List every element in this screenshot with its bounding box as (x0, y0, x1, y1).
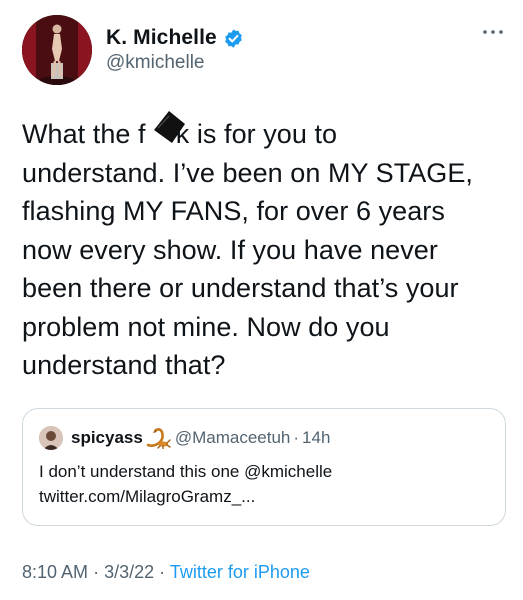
verified-badge-icon (223, 28, 244, 49)
quoted-display-name[interactable]: spicyass (71, 428, 143, 448)
quoted-author-avatar[interactable] (39, 426, 63, 450)
tweet-text: What the f k is for you to understand. I… (22, 115, 508, 385)
author-handle[interactable]: @kmichelle (106, 52, 204, 74)
quoted-text-line: I don’t understand this one @kmichelle (39, 462, 333, 481)
quoted-text-line: twitter.com/MilagroGramz_... (39, 487, 256, 506)
quoted-separator: · (293, 428, 300, 447)
author-avatar[interactable] (22, 15, 92, 85)
tweet-card: K. Michelle @kmichelle What the f k is f… (0, 0, 523, 600)
quoted-text: I don’t understand this one @kmichelle t… (39, 459, 489, 509)
tweet-text-line: What the f k is for you to (22, 119, 338, 149)
quoted-handle[interactable]: @Mamaceetuh (175, 428, 291, 448)
tweet-date[interactable]: 3/3/22 (104, 562, 154, 582)
quoted-tweet[interactable]: spicyass @Mamaceetuh · 14h I don’t under… (22, 408, 506, 526)
tweet-text-line: flashing MY FANS, for over 6 years (22, 196, 445, 226)
quoted-timestamp[interactable]: 14h (302, 428, 330, 448)
more-options-icon[interactable] (481, 25, 505, 39)
author-name-row[interactable]: K. Michelle (106, 26, 244, 50)
tweet-text-line: understand that? (22, 350, 226, 380)
scorpion-emoji-icon (145, 427, 171, 450)
quoted-header: spicyass @Mamaceetuh · 14h (71, 426, 330, 450)
tweet-time[interactable]: 8:10 AM (22, 562, 88, 582)
tweet-text-line: problem not mine. Now do you (22, 311, 390, 342)
tweet-text-line: now every show. If you have never (22, 234, 438, 265)
tweet-source[interactable]: Twitter for iPhone (170, 562, 310, 582)
author-display-name[interactable]: K. Michelle (106, 26, 217, 50)
meta-separator: · (93, 562, 100, 582)
tweet-text-line: understand. I’ve been on MY STAGE, (22, 157, 473, 188)
censor-blot-icon (152, 110, 186, 144)
tweet-text-line: been there or understand that’s your (22, 273, 459, 303)
meta-separator: · (159, 562, 166, 582)
tweet-metadata: 8:10 AM · 3/3/22 · Twitter for iPhone (22, 562, 310, 583)
